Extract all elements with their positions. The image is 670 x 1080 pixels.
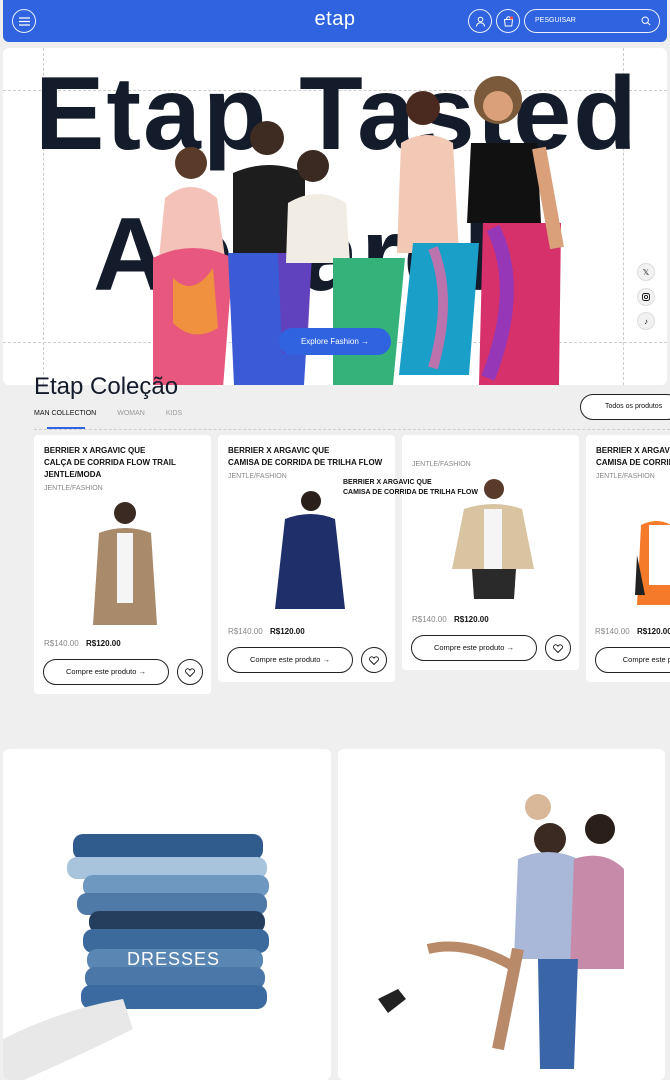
buy-product-button[interactable]: Compre este produto xyxy=(595,647,670,673)
arrow-right-icon: → xyxy=(361,337,370,346)
model-figure xyxy=(153,147,233,385)
social-tiktok-button[interactable]: ♪ xyxy=(637,312,655,330)
collection-tabs: MAN COLLECTION WOMAN KIDS xyxy=(34,410,182,417)
hero-banner: Etap Tasted Apparel xyxy=(3,48,667,385)
buy-label: Compre este produto xyxy=(622,655,670,664)
price-new: R$120.00 xyxy=(637,627,670,636)
product-card[interactable]: BERRIER X ARGAVIC QUE CALÇA DE CORRIDA F… xyxy=(34,435,211,694)
price-new: R$120.00 xyxy=(270,627,305,636)
category-banner-dresses[interactable]: DRESSES xyxy=(3,749,331,1080)
product-card[interactable]: BERRIER X ARGAVIC QUE CAMISA DE CORRIDA … xyxy=(218,435,395,682)
arrow-right-icon: → xyxy=(138,667,147,676)
search-icon xyxy=(641,16,651,26)
heart-icon xyxy=(553,643,563,653)
favorite-button[interactable] xyxy=(361,647,387,673)
buy-label: Compre este produto xyxy=(433,643,505,652)
model-figure xyxy=(397,91,479,375)
buy-product-button[interactable]: Compre este produto → xyxy=(227,647,353,673)
search-input[interactable]: PESGUISAR xyxy=(524,9,660,33)
product-brand: JENTLE/FASHION xyxy=(228,473,287,480)
price-new: R$120.00 xyxy=(454,615,489,624)
denim-stack-image xyxy=(3,834,269,1080)
favorite-button[interactable] xyxy=(545,635,571,661)
x-icon: 𝕏 xyxy=(642,267,650,277)
social-x-button[interactable]: 𝕏 xyxy=(637,263,655,281)
arrow-right-icon: → xyxy=(322,655,331,664)
price-new: R$120.00 xyxy=(86,639,121,648)
buy-label: Compre este produto xyxy=(249,655,321,664)
product-image xyxy=(275,491,345,609)
product-title-line: BERRIER X ARGAVIC QUE xyxy=(228,446,330,455)
product-brand: JENTLE/FASHION xyxy=(412,461,471,468)
product-title-line: BERRIER X ARGAVIC QUE xyxy=(596,446,670,455)
product-title-line: BERRIER X ARGAVIC QUE xyxy=(44,446,146,455)
product-title-line: CAMISA DE CORRIDA DE TRILHA FLOW xyxy=(596,458,670,467)
tab-kids[interactable]: KIDS xyxy=(166,410,182,417)
tab-man-collection[interactable]: MAN COLLECTION xyxy=(34,410,96,417)
explore-fashion-button[interactable]: Explore Fashion → xyxy=(279,328,391,355)
price-old: R$140.00 xyxy=(412,615,447,624)
top-header: etap PESGUISAR xyxy=(3,0,667,42)
model-figure xyxy=(467,76,564,385)
category-banner-people[interactable] xyxy=(338,749,665,1080)
product-brand: JENTLE/FASHION xyxy=(44,485,103,492)
favorite-button[interactable] xyxy=(177,659,203,685)
buy-product-button[interactable]: Compre este produto → xyxy=(411,635,537,661)
tabs-divider xyxy=(34,429,670,430)
heart-icon xyxy=(369,655,379,665)
product-title: BERRIER X ARGAVIC QUE CALÇA DE CORRIDA F… xyxy=(44,445,176,481)
search-placeholder: PESGUISAR xyxy=(535,17,576,24)
explore-label: Explore Fashion xyxy=(300,337,359,346)
product-card[interactable]: JENTLE/FASHION R$140.00 R$120.00 Compre … xyxy=(402,435,579,670)
product-title-line: CALÇA DE CORRIDA FLOW TRAIL xyxy=(44,458,176,467)
product-image xyxy=(93,502,157,625)
product-title-line: CAMISA DE CORRIDA DE TRILHA FLOW xyxy=(228,458,383,467)
product-title-line: CAMISA DE CORRIDA DE TRILHA FLOW xyxy=(343,489,478,496)
instagram-icon xyxy=(642,293,650,301)
product-title: BERRIER X ARGAVIC QUE CAMISA DE CORRIDA … xyxy=(596,445,670,469)
product-title-line: BERRIER X ARGAVIC QUE xyxy=(343,479,432,486)
product-image xyxy=(635,521,670,605)
social-instagram-button[interactable] xyxy=(637,288,655,306)
product-brand: JENTLE/FASHION xyxy=(596,473,655,480)
collection-title: Etap Coleção xyxy=(34,373,179,400)
account-button[interactable] xyxy=(468,9,492,33)
all-products-button[interactable]: Todos os produtos xyxy=(580,394,670,420)
product-title: BERRIER X ARGAVIC QUE CAMISA DE CORRIDA … xyxy=(228,445,382,469)
cart-button[interactable] xyxy=(496,9,520,33)
price-old: R$140.00 xyxy=(228,627,263,636)
product-title: BERRIER X ARGAVIC QUE CAMISA DE CORRIDA … xyxy=(343,478,478,498)
price-old: R$140.00 xyxy=(44,639,79,648)
heart-icon xyxy=(185,667,195,677)
product-card[interactable]: BERRIER X ARGAVIC QUE CAMISA DE CORRIDA … xyxy=(586,435,670,682)
shopping-bag-icon xyxy=(503,15,513,26)
price-old: R$140.00 xyxy=(595,627,630,636)
user-icon xyxy=(475,16,485,27)
buy-label: Compre este produto xyxy=(65,667,137,676)
friends-photo xyxy=(378,794,624,1069)
arrow-right-icon: → xyxy=(506,643,515,652)
category-label: DRESSES xyxy=(127,949,221,969)
tab-woman[interactable]: WOMAN xyxy=(117,410,145,417)
buy-product-button[interactable]: Compre este produto → xyxy=(43,659,169,685)
tiktok-icon: ♪ xyxy=(644,316,648,326)
product-title-line: JENTLE/MODA xyxy=(44,470,102,479)
